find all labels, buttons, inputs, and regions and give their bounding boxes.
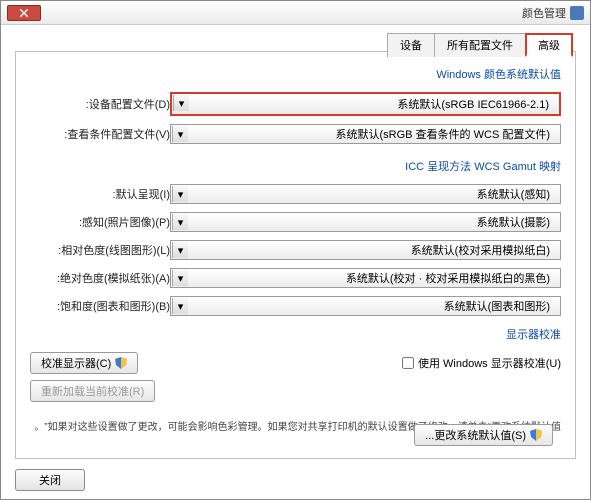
viewing-profile-label: 查看条件配置文件(V): [30,126,170,142]
shield-icon [530,429,542,441]
device-profile-value: 系统默认(sRGB IEC61966-2.1) [174,96,553,112]
tab-advanced[interactable]: 高级 [525,33,573,57]
device-profile-dropdown[interactable]: ▾ 系统默认(sRGB IEC61966-2.1) [170,92,561,116]
row-absolute-colorimetric: ▾ 系统默认(校对 · 校对采用模拟纸白的黑色) 绝对色度(模拟纸张)(A): [30,268,561,288]
viewing-profile-dropdown[interactable]: ▾ 系统默认(sRGB 查看条件的 WCS 配置文件) [170,124,561,144]
chevron-down-icon: ▾ [172,214,188,230]
saturation-dropdown[interactable]: ▾ 系统默认(图表和图形) [170,296,561,316]
perceptual-dropdown[interactable]: ▾ 系统默认(摄影) [170,212,561,232]
window-title: 颜色管理 [522,5,566,21]
reload-calibration-button[interactable]: 重新加载当前校准(R) [30,380,155,402]
row-relative-colorimetric: ▾ 系统默认(校对采用模拟纸白) 相对色度(线图图形)(L): [30,240,561,260]
relative-colorimetric-dropdown[interactable]: ▾ 系统默认(校对采用模拟纸白) [170,240,561,260]
section-icc-title: ICC 呈现方法 WCS Gamut 映射 [30,158,561,174]
tab-devices[interactable]: 设备 [387,33,435,57]
close-icon [20,9,28,17]
tab-all-profiles[interactable]: 所有配置文件 [434,33,526,57]
chevron-down-icon: ▾ [172,186,188,202]
close-button[interactable]: 关闭 [15,469,85,491]
device-profile-label: 设备配置文件(D): [30,96,170,112]
row-perceptual: ▾ 系统默认(摄影) 感知(照片图像)(P): [30,212,561,232]
section-windows-defaults-title: Windows 颜色系统默认值 [30,66,561,82]
row-viewing-profile: ▾ 系统默认(sRGB 查看条件的 WCS 配置文件) 查看条件配置文件(V): [30,124,561,144]
calibrate-display-button[interactable]: 校准显示器(C) [30,352,138,374]
use-windows-calibration-input[interactable] [402,357,414,369]
row-device-profile: ▾ 系统默认(sRGB IEC61966-2.1) 设备配置文件(D): [30,92,561,116]
absolute-colorimetric-dropdown[interactable]: ▾ 系统默认(校对 · 校对采用模拟纸白的黑色) [170,268,561,288]
chevron-down-icon: ▾ [173,95,189,111]
tab-strip: 高级 所有配置文件 设备 [387,33,572,57]
chevron-down-icon: ▾ [172,270,188,286]
use-windows-calibration-checkbox[interactable]: 使用 Windows 显示器校准(U) [402,355,561,371]
chevron-down-icon: ▾ [172,298,188,314]
viewing-profile-value: 系统默认(sRGB 查看条件的 WCS 配置文件) [173,126,554,142]
display-calibration-section: 显示器校准 使用 Windows 显示器校准(U) 校准显示器(C) 重新加载当… [30,326,561,402]
default-intent-dropdown[interactable]: ▾ 系统默认(感知) [170,184,561,204]
row-saturation: ▾ 系统默认(图表和图形) 饱和度(图表和图形)(B): [30,296,561,316]
display-calibration-title: 显示器校准 [30,326,561,342]
main-panel: Windows 颜色系统默认值 ▾ 系统默认(sRGB IEC61966-2.1… [15,51,576,459]
app-icon [570,6,584,20]
window-close-button[interactable] [7,5,41,21]
shield-icon [115,357,127,369]
row-default-intent: ▾ 系统默认(感知) 默认呈现(I): [30,184,561,204]
dialog-window: 颜色管理 高级 所有配置文件 设备 Windows 颜色系统默认值 ▾ 系统默认… [0,0,591,500]
chevron-down-icon: ▾ [172,242,188,258]
titlebar: 颜色管理 [1,1,590,25]
change-system-defaults-button[interactable]: 更改系统默认值(S)... [414,424,553,446]
chevron-down-icon: ▾ [172,126,188,142]
